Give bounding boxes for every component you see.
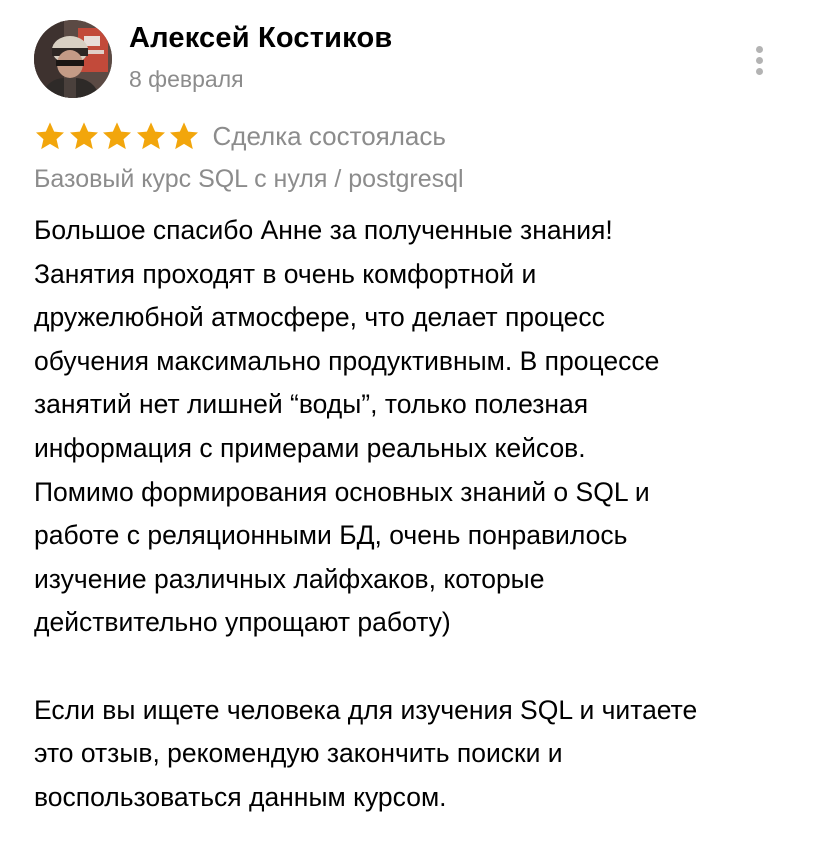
review-text-line: обучения максимально продуктивным. В про… [34, 345, 660, 376]
star-icon [170, 122, 198, 150]
deal-status: Сделка состоялась [212, 120, 446, 151]
user-photo-icon [34, 20, 112, 98]
review-text-line: Помимо формирования основных знаний о SQ… [34, 476, 650, 507]
review-text-line: Если вы ищете человека для изучения SQL … [34, 694, 698, 725]
review-text: Большое спасибо Анне за полученные знани… [34, 209, 804, 819]
review-text-line: Занятия проходят в очень комфортной и [34, 258, 537, 289]
star-icon [103, 122, 131, 150]
review-text-line: Большое спасибо Анне за полученные знани… [34, 215, 613, 245]
review-paragraph-2: Если вы ищете человека для изучения SQL … [34, 689, 804, 820]
star-rating [34, 120, 202, 152]
review-text-line: дружелюбной атмосфере, что делает процес… [34, 302, 605, 333]
review-text-line: действительно упрощают работу) [34, 607, 451, 638]
course-name[interactable]: Базовый курс SQL с нуля / postgresql [34, 165, 464, 194]
review-text-line: воспользоваться данным курсом. [34, 781, 447, 812]
star-icon [36, 122, 64, 150]
avatar[interactable] [34, 20, 112, 98]
author-name[interactable]: Алексей Костиков [129, 22, 392, 55]
rating-row: Сделка состоялась [34, 118, 446, 154]
review-text-line: работе с реляционными БД, очень понравил… [34, 520, 628, 551]
more-options-button[interactable] [748, 40, 772, 80]
star-icon [69, 122, 98, 150]
review-text-line: изучение различных лайфхаков, которые [34, 563, 545, 594]
review-text-line: занятий нет лишней “воды”, только полезн… [34, 389, 589, 420]
review-card: Алексей Костиков 8 февраля Сделка состоя… [0, 0, 828, 847]
review-date: 8 февраля [129, 66, 244, 92]
star-icon [136, 122, 165, 150]
review-text-line: это отзыв, рекомендую закончить поиски и [34, 738, 563, 769]
review-text-line: информация с примерами реальных кейсов. [34, 432, 586, 463]
review-paragraph-1: Большое спасибо Анне за полученные знани… [34, 209, 804, 645]
